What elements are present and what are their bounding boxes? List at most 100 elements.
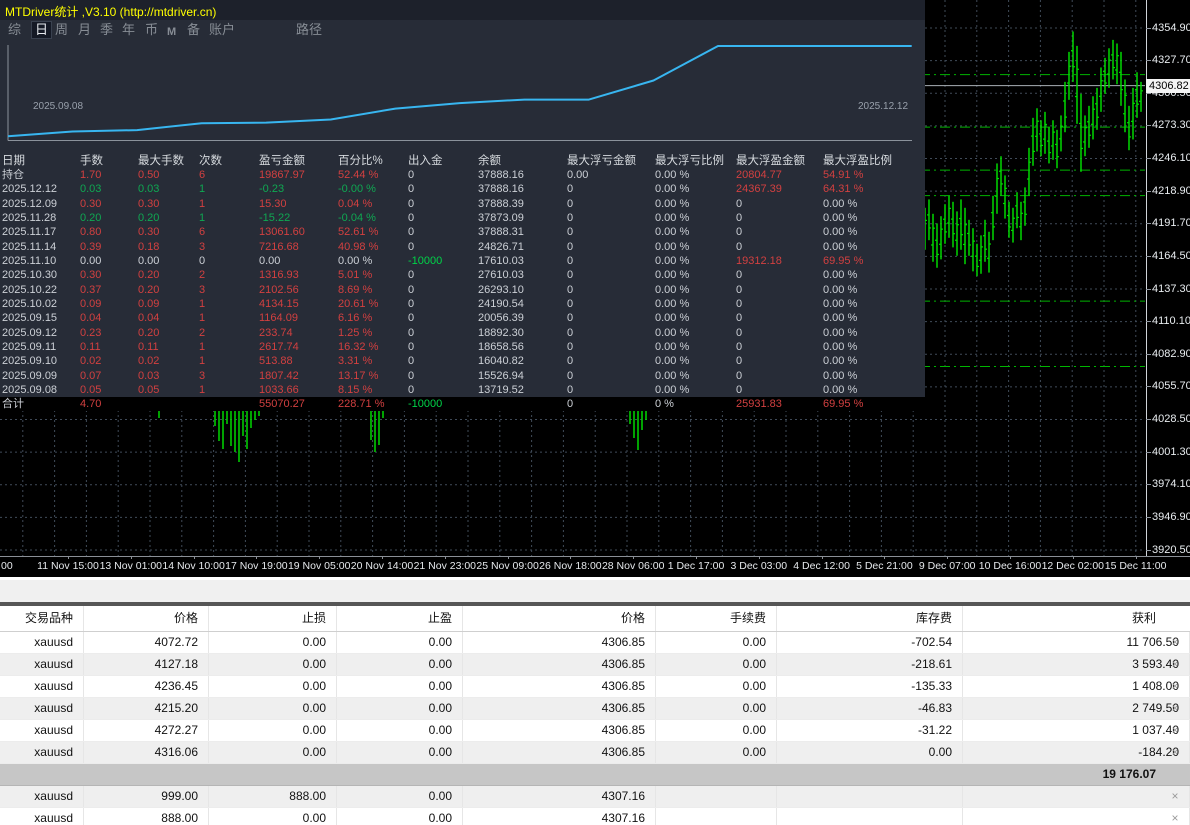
stats-cell: [136, 397, 197, 411]
time-label: 10 Dec 16:00: [979, 560, 1041, 572]
stats-cell: 52.44 %: [336, 168, 406, 182]
stats-cell: 0.37: [78, 283, 136, 297]
order-cell: 4236.45: [84, 676, 209, 697]
stats-cell: 0: [565, 397, 653, 411]
stats-cell: 52.61 %: [336, 225, 406, 239]
stats-row[interactable]: 2025.11.100.000.0000.000.00 %-1000017610…: [0, 254, 925, 268]
stats-row[interactable]: 2025.11.140.390.1837216.6840.98 %024826.…: [0, 240, 925, 254]
order-row[interactable]: xauusd4072.720.000.004306.850.00-702.541…: [0, 632, 1190, 654]
stats-cell: 0.00 %: [821, 311, 925, 325]
menu-item-7[interactable]: 币: [145, 22, 158, 38]
order-cell: xauusd: [0, 676, 84, 697]
close-order-icon[interactable]: ×: [1167, 786, 1183, 807]
stats-cell: 1164.09: [257, 311, 336, 325]
time-axis: 0011 Nov 15:0013 Nov 01:0014 Nov 10:0017…: [0, 556, 1190, 577]
stats-cell: 0.04: [136, 311, 197, 325]
menu-item-4[interactable]: 月: [78, 22, 91, 38]
stats-row[interactable]: 2025.11.280.200.201-15.22-0.04 %037873.0…: [0, 211, 925, 225]
stats-row[interactable]: 2025.09.090.070.0331807.4213.17 %015526.…: [0, 369, 925, 383]
menu-item-3[interactable]: 周: [55, 22, 68, 38]
order-row[interactable]: xauusd4127.180.000.004306.850.00-218.613…: [0, 654, 1190, 676]
stats-total-row[interactable]: 合计4.7055070.27228.71 %-1000000 %25931.83…: [0, 397, 925, 411]
stats-row[interactable]: 2025.10.220.370.2032102.568.69 %026293.1…: [0, 283, 925, 297]
menu-item-5[interactable]: 季: [100, 22, 113, 38]
stats-cell: 0.07: [78, 369, 136, 383]
stats-cell: 0.03: [78, 182, 136, 196]
stats-cell: 0: [734, 297, 821, 311]
order-cell: 0.00: [656, 742, 777, 763]
menu-item-10[interactable]: 账户: [209, 22, 235, 38]
stats-cell: 15526.94: [476, 369, 565, 383]
order-row[interactable]: xauusd888.000.000.004307.16×: [0, 808, 1190, 825]
stats-row[interactable]: 2025.09.150.040.0411164.096.16 %020056.3…: [0, 311, 925, 325]
stats-row[interactable]: 持仓1.700.50619867.9752.44 %037888.160.000…: [0, 168, 925, 182]
stats-cell: 2: [197, 326, 257, 340]
stats-row[interactable]: 2025.10.020.090.0914134.1520.61 %024190.…: [0, 297, 925, 311]
stats-cell: 2: [197, 268, 257, 282]
order-row[interactable]: xauusd4236.450.000.004306.850.00-135.331…: [0, 676, 1190, 698]
stats-cell: 0.00 %: [653, 369, 734, 383]
order-cell: 止损: [209, 606, 337, 631]
time-tick: [1073, 556, 1074, 559]
price-label: 4273.30: [1152, 119, 1190, 131]
stats-cell: 2025.10.30: [0, 268, 78, 282]
order-cell: 获利: [963, 606, 1190, 631]
stats-cell: 26293.10: [476, 283, 565, 297]
stats-row[interactable]: 2025.10.300.300.2021316.935.01 %027610.0…: [0, 268, 925, 282]
stats-row[interactable]: 2025.09.100.020.021513.883.31 %016040.82…: [0, 354, 925, 368]
order-row[interactable]: xauusd4316.060.000.004306.850.000.00-184…: [0, 742, 1190, 764]
time-label: 21 Nov 23:00: [414, 560, 476, 572]
close-order-icon[interactable]: ×: [1167, 742, 1183, 763]
order-cell: 0.00: [209, 654, 337, 675]
equity-curve-chart[interactable]: [0, 40, 925, 155]
stats-cell: 3.31 %: [336, 354, 406, 368]
price-label: 4055.70: [1152, 380, 1190, 392]
stats-cell: 0: [406, 225, 476, 239]
close-order-icon[interactable]: ×: [1167, 676, 1183, 697]
order-row[interactable]: xauusd999.00888.000.004307.16×: [0, 786, 1190, 808]
stats-cell: 0: [406, 369, 476, 383]
stats-row[interactable]: 2025.12.120.030.031-0.23-0.00 %037888.16…: [0, 182, 925, 196]
order-cell: 4072.72: [84, 632, 209, 653]
price-tick: [1146, 256, 1151, 257]
menu-item-8[interactable]: M: [167, 24, 176, 40]
menu-item-9[interactable]: 备: [187, 22, 200, 38]
stats-cell: 0.00 %: [653, 240, 734, 254]
stats-cell: 0: [406, 383, 476, 397]
stats-row[interactable]: 2025.09.110.110.1112617.7416.32 %018658.…: [0, 340, 925, 354]
order-row[interactable]: xauusd4215.200.000.004306.850.00-46.832 …: [0, 698, 1190, 720]
menu-item-1[interactable]: 综: [8, 22, 21, 38]
stats-cell: 0: [406, 182, 476, 196]
close-order-icon[interactable]: ×: [1167, 632, 1183, 653]
stats-row[interactable]: 2025.09.120.230.202233.741.25 %018892.30…: [0, 326, 925, 340]
stats-cell: 0.00 %: [653, 354, 734, 368]
order-cell: xauusd: [0, 698, 84, 719]
menu-item-2[interactable]: 日: [31, 21, 52, 39]
menu-item-6[interactable]: 年: [122, 22, 135, 38]
stats-cell: 0.00 %: [653, 197, 734, 211]
stats-row[interactable]: 2025.11.170.800.30613061.6052.61 %037888…: [0, 225, 925, 239]
stats-cell: 0.00 %: [821, 369, 925, 383]
close-order-icon[interactable]: ×: [1167, 720, 1183, 741]
stats-row[interactable]: 2025.12.090.300.30115.300.04 %037888.390…: [0, 197, 925, 211]
close-order-icon[interactable]: ×: [1167, 808, 1183, 825]
time-tick: [319, 556, 320, 559]
stats-row[interactable]: 2025.09.080.050.0511033.668.15 %013719.5…: [0, 383, 925, 397]
order-cell: 2 749.50: [963, 698, 1190, 719]
menu-item-path[interactable]: 路径: [296, 22, 322, 38]
stats-cell: 0: [565, 311, 653, 325]
price-tick: [1146, 93, 1151, 94]
order-cell: 0.00: [337, 654, 463, 675]
order-cell: 手续费: [656, 606, 777, 631]
stats-cell: 0: [734, 354, 821, 368]
price-label: 3974.10: [1152, 478, 1190, 490]
order-cell: 交易品种: [0, 606, 84, 631]
stats-cell: 0: [565, 297, 653, 311]
close-order-icon[interactable]: ×: [1167, 654, 1183, 675]
close-order-icon[interactable]: ×: [1167, 698, 1183, 719]
order-cell: 0.00: [656, 720, 777, 741]
stats-cell: 0: [197, 254, 257, 268]
order-row[interactable]: xauusd4272.270.000.004306.850.00-31.221 …: [0, 720, 1190, 742]
order-cell: 888.00: [84, 808, 209, 825]
stats-cell: 0.03: [136, 182, 197, 196]
